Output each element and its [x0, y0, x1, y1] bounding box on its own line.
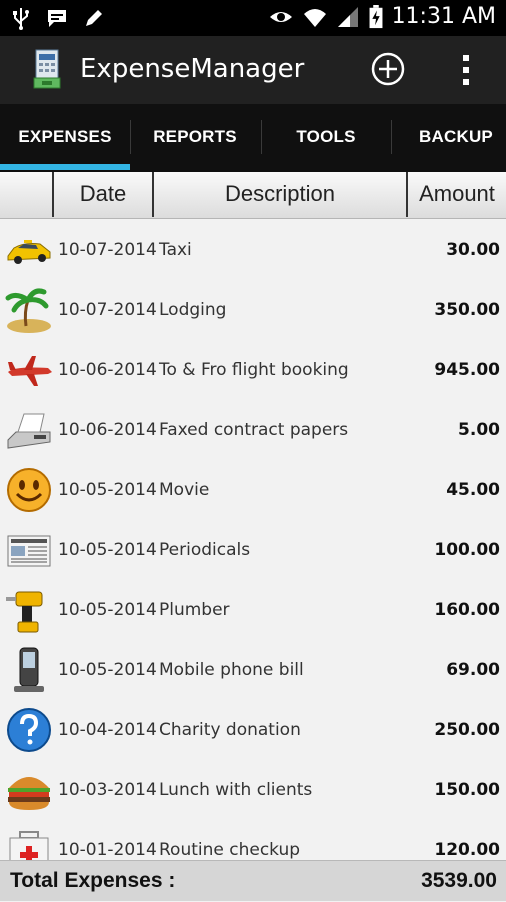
expense-date: 10-06-2014 [58, 360, 157, 380]
expense-date: 10-06-2014 [58, 420, 157, 440]
expense-amount: 69.00 [446, 660, 500, 680]
table-row[interactable]: 10-07-2014 Lodging 350.00 [0, 280, 506, 341]
expense-date: 10-05-2014 [58, 660, 157, 680]
question-icon [7, 708, 51, 752]
expense-description: Lunch with clients [159, 780, 313, 800]
expense-description: Mobile phone bill [159, 660, 304, 680]
battery-icon [369, 4, 383, 28]
table-row[interactable]: 10-05-2014 Plumber 160.00 [0, 580, 506, 641]
status-bar: 11:31 AM [0, 0, 506, 36]
eye-icon [269, 11, 292, 22]
expense-amount: 150.00 [434, 780, 500, 800]
expense-description: Faxed contract papers [159, 420, 349, 440]
clock: 11:31 AM [391, 4, 496, 29]
newspaper-icon [7, 535, 51, 567]
taxi-icon [7, 240, 51, 264]
expense-description: Periodicals [159, 540, 251, 560]
expense-date: 10-07-2014 [58, 240, 157, 260]
table-row[interactable]: 10-04-2014 Charity donation 250.00 [0, 700, 506, 761]
message-icon [48, 10, 66, 27]
expense-description: Charity donation [159, 720, 301, 740]
add-expense-button[interactable] [370, 51, 406, 87]
app-logo-icon [33, 49, 61, 89]
expense-description: Plumber [159, 600, 230, 620]
expense-amount: 5.00 [458, 420, 500, 440]
wifi-icon [303, 8, 326, 27]
expense-description: To & Fro flight booking [159, 360, 349, 380]
expense-description: Movie [159, 480, 210, 500]
total-label: Total Expenses : [10, 869, 176, 892]
expense-description: Lodging [159, 300, 227, 320]
expense-amount: 30.00 [446, 240, 500, 260]
smiley-icon [7, 468, 51, 512]
burger-icon [8, 777, 50, 810]
airplane-icon [8, 356, 52, 386]
expense-amount: 250.00 [434, 720, 500, 740]
expense-amount: 45.00 [446, 480, 500, 500]
table-row[interactable]: 10-03-2014 Lunch with clients 150.00 [0, 760, 506, 821]
signal-icon [337, 6, 358, 27]
total-amount: 3539.00 [421, 869, 497, 892]
pencil-icon [86, 10, 102, 26]
column-header-amount[interactable]: Amount [408, 172, 506, 216]
expense-amount: 350.00 [434, 300, 500, 320]
table-row[interactable]: 10-06-2014 To & Fro flight booking 945.0… [0, 340, 506, 401]
expense-date: 10-05-2014 [58, 480, 157, 500]
table-row[interactable]: 10-07-2014 Taxi 30.00 [0, 220, 506, 281]
expense-date: 10-05-2014 [58, 540, 157, 560]
active-tab-indicator [0, 164, 130, 170]
table-row[interactable]: 10-05-2014 Movie 45.00 [0, 460, 506, 521]
app-title: ExpenseManager [80, 54, 305, 84]
column-header-date[interactable]: Date [54, 172, 152, 216]
expense-amount: 945.00 [434, 360, 500, 380]
table-row[interactable]: 10-06-2014 Faxed contract papers 5.00 [0, 400, 506, 461]
column-header-description[interactable]: Description [154, 172, 406, 216]
overflow-menu-button[interactable] [456, 52, 476, 88]
fax-machine-icon [7, 413, 51, 449]
palm-island-icon [5, 288, 51, 333]
expense-date: 10-04-2014 [58, 720, 157, 740]
tab-backup[interactable]: BACKUP [391, 104, 506, 170]
mobile-phone-icon [14, 647, 44, 692]
tab-expenses[interactable]: EXPENSES [0, 104, 130, 170]
table-row[interactable]: 10-05-2014 Mobile phone bill 69.00 [0, 640, 506, 701]
expense-amount: 160.00 [434, 600, 500, 620]
expense-date: 10-03-2014 [58, 780, 157, 800]
expense-description: Taxi [159, 240, 192, 260]
usb-icon [13, 8, 29, 30]
expense-amount: 100.00 [434, 540, 500, 560]
tab-reports[interactable]: REPORTS [130, 104, 260, 170]
tab-tools[interactable]: TOOLS [261, 104, 391, 170]
drill-icon [6, 591, 43, 633]
expense-date: 10-05-2014 [58, 600, 157, 620]
table-row[interactable]: 10-05-2014 Periodicals 100.00 [0, 520, 506, 581]
expense-date: 10-07-2014 [58, 300, 157, 320]
